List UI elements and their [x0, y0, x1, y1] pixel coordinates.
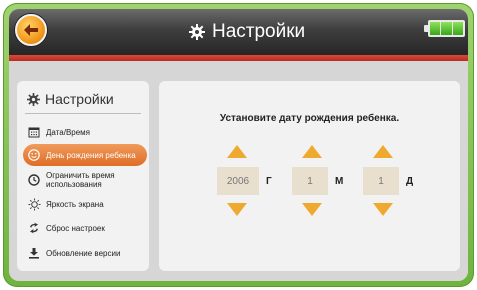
sidebar-item-label: День рождения ребенка	[46, 150, 136, 160]
sidebar-item-time-limit[interactable]: Ограничить время использования	[23, 169, 147, 191]
year-picker: 2006 Г	[217, 145, 277, 225]
year-unit: Г	[266, 176, 272, 187]
day-value[interactable]: 1	[363, 167, 399, 195]
month-up-arrow-icon[interactable]	[302, 145, 322, 158]
day-up-arrow-icon[interactable]	[373, 145, 393, 158]
sun-icon	[27, 197, 41, 211]
sidebar-item-label: Сброс настроек	[46, 223, 105, 233]
battery-icon	[424, 20, 465, 37]
sidebar-divider	[25, 113, 141, 114]
download-icon	[27, 246, 41, 260]
page-title: Настройки	[189, 19, 305, 45]
birthday-panel: Установите дату рождения ребенка. 2006 Г…	[159, 81, 460, 271]
year-up-arrow-icon[interactable]	[227, 145, 247, 158]
back-button[interactable]	[15, 14, 47, 46]
sidebar-item-child-birthday[interactable]: День рождения ребенка	[23, 144, 147, 166]
sidebar-title: Настройки	[27, 91, 114, 107]
calendar-icon	[27, 125, 41, 139]
title-text: Настройки	[212, 21, 306, 42]
sidebar-item-label: Яркость экрана	[46, 199, 104, 209]
sidebar-item-label: Ограничить время использования	[46, 171, 115, 189]
gear-icon	[189, 24, 205, 40]
sidebar: Настройки Дата/Время День рождения ребен…	[17, 81, 149, 271]
sidebar-item-label: Обновление версии	[46, 248, 121, 258]
sidebar-item-reset[interactable]: Сброс настроек	[23, 217, 147, 239]
month-down-arrow-icon[interactable]	[302, 203, 322, 216]
sidebar-item-date-time[interactable]: Дата/Время	[23, 121, 147, 143]
year-down-arrow-icon[interactable]	[227, 203, 247, 216]
prompt-text: Установите дату рождения ребенка.	[219, 113, 400, 124]
sidebar-item-label: Дата/Время	[46, 127, 91, 137]
month-value[interactable]: 1	[292, 167, 328, 195]
device-frame: Настройки Настройки Дата/Время День рожд…	[3, 3, 474, 287]
day-down-arrow-icon[interactable]	[373, 203, 393, 216]
year-value[interactable]: 2006	[217, 167, 259, 195]
smiley-icon	[27, 148, 41, 162]
screen: Настройки Настройки Дата/Время День рожд…	[9, 9, 468, 281]
battery-bar	[452, 22, 463, 35]
back-arrow-icon	[24, 24, 38, 36]
battery-bar	[430, 22, 441, 35]
content-area: Настройки Дата/Время День рождения ребен…	[9, 61, 468, 281]
day-unit: Д	[406, 176, 414, 187]
sidebar-title-text: Настройки	[45, 91, 114, 107]
sidebar-item-brightness[interactable]: Яркость экрана	[23, 193, 147, 215]
month-picker: 1 М	[292, 145, 352, 225]
header-bar: Настройки	[9, 9, 468, 55]
reset-icon	[27, 221, 41, 235]
gear-icon	[27, 92, 40, 106]
sidebar-item-update[interactable]: Обновление версии	[23, 242, 147, 264]
clock-icon	[27, 173, 41, 187]
month-unit: М	[335, 176, 344, 187]
day-picker: 1 Д	[363, 145, 423, 225]
battery-bar	[441, 22, 452, 35]
